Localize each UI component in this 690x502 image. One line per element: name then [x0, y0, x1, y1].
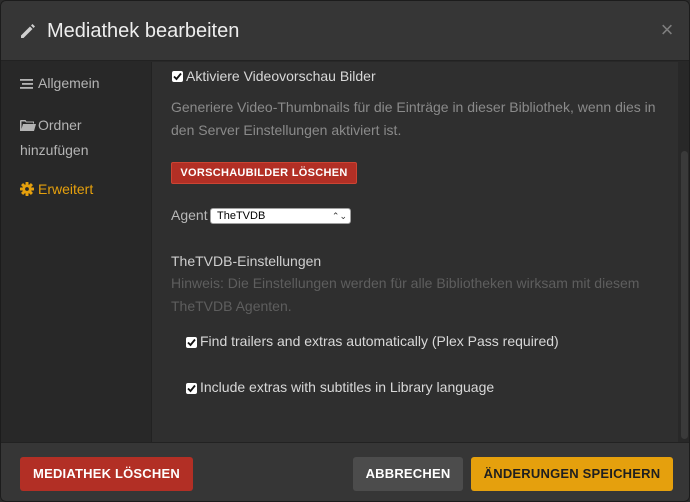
clear-thumbnails-button[interactable]: VORSCHAUBILDER LÖSCHEN: [171, 162, 357, 184]
video-preview-help: Generiere Video-Thumbnails für die Eintr…: [171, 99, 656, 138]
close-icon[interactable]: ×: [655, 17, 679, 43]
video-preview-label: Aktiviere Videovorschau Bilder: [186, 68, 376, 84]
select-arrows-icon: ⌃⌄: [331, 211, 347, 221]
sidebar-item-label: Erweitert: [38, 181, 94, 197]
edit-library-dialog: Mediathek bearbeiten × Allgemein Ordner …: [0, 0, 690, 502]
list-icon: [20, 74, 38, 97]
include-extras-checkbox[interactable]: [186, 383, 197, 394]
agent-settings-hint: Hinweis: Die Einstellungen werden für al…: [171, 275, 640, 314]
sidebar-item-general[interactable]: Allgemein: [20, 72, 99, 97]
include-extras-label: Include extras with subtitles in Library…: [200, 379, 495, 395]
dialog-title: Mediathek bearbeiten: [47, 20, 240, 42]
dialog-header: Mediathek bearbeiten ×: [1, 1, 689, 61]
video-preview-checkbox[interactable]: [172, 71, 183, 82]
dialog-footer: MEDIATHEK LÖSCHEN ABBRECHEN ÄNDERUNGEN S…: [1, 442, 689, 501]
sidebar-item-add-folder[interactable]: Ordner hinzufügen: [20, 114, 140, 162]
delete-library-button[interactable]: MEDIATHEK LÖSCHEN: [20, 457, 193, 491]
folder-icon: [20, 116, 38, 139]
agent-label: Agent: [171, 207, 208, 223]
gear-icon: [20, 180, 38, 203]
sidebar: Allgemein Ordner hinzufügen Erweitert: [1, 62, 152, 442]
scrollbar-thumb[interactable]: [681, 151, 688, 439]
save-changes-button[interactable]: ÄNDERUNGEN SPEICHERN: [471, 457, 673, 491]
agent-settings-heading: TheTVDB-Einstellungen: [171, 253, 322, 269]
advanced-settings-panel: Aktiviere Videovorschau Bilder Generiere…: [152, 62, 678, 442]
cancel-button[interactable]: ABBRECHEN: [353, 457, 463, 491]
sidebar-item-advanced[interactable]: Erweitert: [20, 178, 93, 203]
agent-selected-value: TheTVDB: [217, 210, 266, 222]
find-trailers-label: Find trailers and extras automatically (…: [200, 333, 559, 349]
agent-select[interactable]: TheTVDB ⌃⌄: [210, 208, 351, 224]
sidebar-item-label: Allgemein: [38, 75, 100, 91]
pencil-icon: [18, 21, 38, 41]
find-trailers-checkbox[interactable]: [186, 337, 197, 348]
